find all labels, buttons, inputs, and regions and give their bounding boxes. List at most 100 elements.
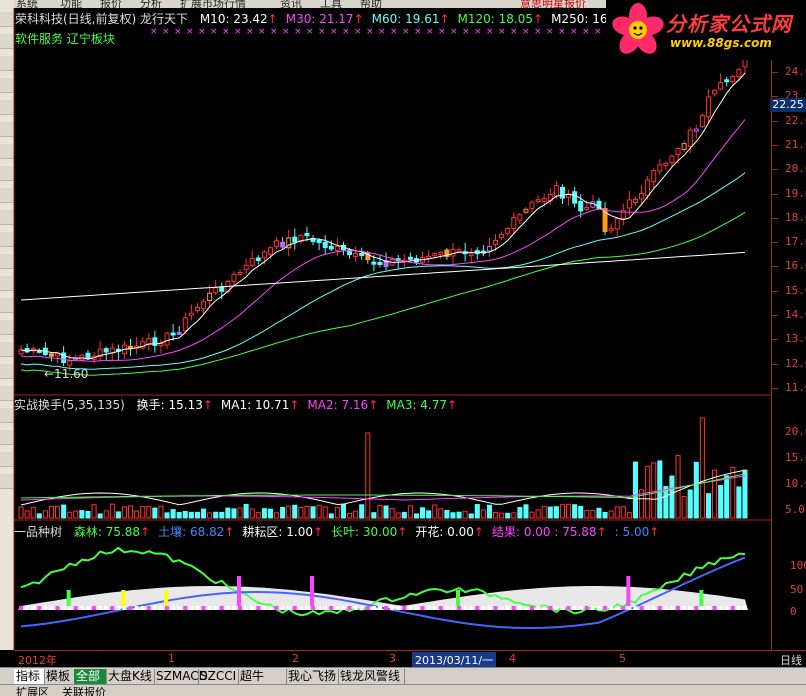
signal-mark: × <box>534 27 542 37</box>
moving-average-line <box>20 211 746 376</box>
baseline-marker <box>609 606 614 610</box>
signal-mark: × <box>258 27 266 37</box>
candle-body <box>529 201 535 209</box>
turnover-bar <box>42 510 48 519</box>
indicator-tick-label: 100 <box>790 559 806 572</box>
extension-area-tab[interactable]: 扩展区 <box>16 685 49 696</box>
tab-4[interactable]: SZMACD <box>154 669 208 684</box>
baseline-marker <box>566 606 571 610</box>
turnover-bar <box>255 512 261 519</box>
turnover-bar <box>225 507 231 519</box>
bottom-bar: 扩展区 关联报价 <box>0 684 806 696</box>
turnover-bar <box>304 505 310 519</box>
turnover-bar <box>389 508 395 519</box>
up-arrow-icon: ↑ <box>649 525 660 539</box>
turnover-bar <box>188 511 194 519</box>
turnover-bar <box>207 512 213 519</box>
turnover-bar <box>413 513 419 519</box>
up-arrow-icon: ↑ <box>368 398 379 412</box>
tab-1[interactable]: 模板 <box>44 669 75 684</box>
turnover-bar <box>121 506 127 519</box>
time-label: 4 <box>509 652 516 665</box>
baseline-marker <box>177 606 182 610</box>
tab-5[interactable]: SZCCI <box>198 669 239 684</box>
turnover-bar <box>517 507 523 519</box>
related-quote-tab[interactable]: 关联报价 <box>62 685 106 696</box>
baseline-marker <box>408 606 413 610</box>
candle-body <box>468 253 474 257</box>
candle-body <box>322 241 328 249</box>
baseline-marker <box>67 606 72 610</box>
candle-body <box>67 360 73 366</box>
turnover-bar <box>243 503 249 519</box>
tick-mark <box>772 242 778 244</box>
candle-body <box>267 247 273 255</box>
candle-body <box>687 129 693 147</box>
baseline-marker <box>268 606 273 610</box>
baseline-marker <box>438 606 443 610</box>
candle-body <box>249 258 255 267</box>
baseline-marker <box>43 606 48 610</box>
turnover-bar <box>395 512 401 519</box>
signal-mark: × <box>270 27 278 37</box>
up-arrow-icon: ↑ <box>312 525 324 539</box>
price-tick-label: 18.0 <box>785 210 806 224</box>
signal-mark: × <box>498 27 506 37</box>
candle-body <box>681 143 687 150</box>
baseline-marker <box>262 606 267 610</box>
tab-3[interactable]: 大盘K线 <box>106 669 155 684</box>
up-arrow-icon: ↑ <box>140 525 151 539</box>
turnover-bar <box>237 507 243 519</box>
baseline-marker <box>542 606 547 610</box>
turnover-bar <box>67 511 73 519</box>
tick-mark <box>772 290 778 292</box>
turnover-bar <box>267 508 273 519</box>
turnover-bar <box>486 504 492 519</box>
tick-mark <box>772 363 778 365</box>
tab-0[interactable]: 指标 <box>14 669 45 684</box>
turnover-value: MA1: 10.71 <box>220 398 290 412</box>
baseline-marker <box>548 606 553 610</box>
turnover-bar <box>334 507 340 519</box>
candle-body <box>274 240 280 247</box>
baseline-marker <box>347 606 352 610</box>
baseline-marker <box>639 606 644 610</box>
up-arrow-icon: ↑ <box>224 525 235 539</box>
turnover-bar <box>590 510 596 519</box>
indicator-title: 一品种树 <box>14 525 63 539</box>
candle-body <box>353 252 359 257</box>
turnover-value: MA2: 7.16 <box>307 398 369 412</box>
turnover-bar <box>736 486 742 519</box>
turnover-bar <box>274 512 280 519</box>
baseline-marker <box>353 606 358 610</box>
baseline-marker <box>517 606 522 610</box>
turnover-bar <box>432 504 438 519</box>
turnover-bar <box>85 511 91 519</box>
baseline-marker <box>645 606 650 610</box>
baseline-marker <box>61 606 66 610</box>
candle-body <box>663 162 669 167</box>
turnover-bar <box>103 510 109 519</box>
candle-body <box>559 186 565 199</box>
ma-value: M60: 19.61 <box>371 12 440 26</box>
tab-8[interactable]: 钱龙风警线 <box>338 669 405 684</box>
baseline-marker <box>323 606 328 610</box>
baseline-marker <box>712 606 717 610</box>
current-price-tag: 22.25 <box>770 98 806 112</box>
time-label: 3 <box>389 652 396 665</box>
signal-mark: × <box>198 27 206 37</box>
signal-mark: × <box>294 27 302 37</box>
turnover-bar <box>462 510 468 519</box>
tab-2[interactable]: 全部 <box>74 669 107 684</box>
time-label: 1 <box>168 652 175 665</box>
period-label[interactable]: 日线 <box>780 652 802 668</box>
tab-7[interactable]: 我心飞扬 <box>286 669 339 684</box>
turnover-bar <box>371 512 377 519</box>
tick-mark <box>772 169 778 171</box>
tab-6[interactable]: 超牛KDJ <box>238 669 287 696</box>
baseline-marker <box>92 606 96 610</box>
candle-body <box>438 251 444 255</box>
price-tick-label: 12.0 <box>785 356 806 370</box>
indicator-value: 耕耘区: 1.00 <box>242 525 313 539</box>
indicator-signal-bar <box>456 590 460 606</box>
